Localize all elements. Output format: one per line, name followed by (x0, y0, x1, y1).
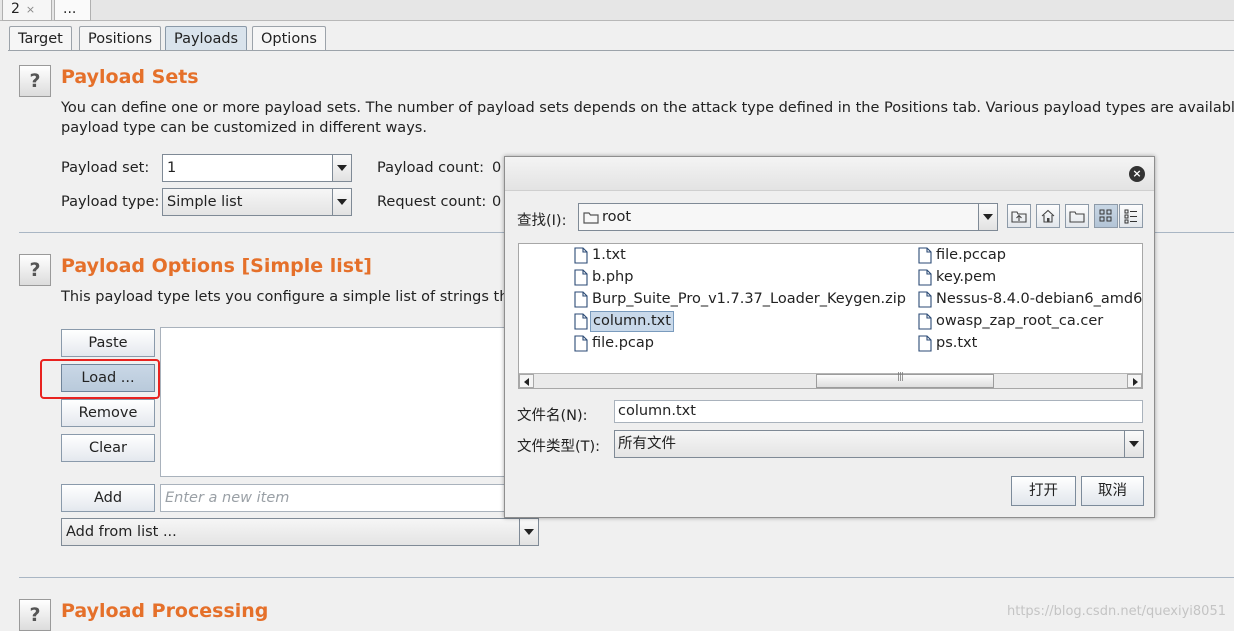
attack-tab-2[interactable]: 2 × (2, 0, 52, 21)
payload-type-value: Simple list (167, 194, 243, 210)
file-open-dialog: × 查找(I): root 1.txt b.php Burp_Suite_Pro… (504, 156, 1155, 518)
attack-tab-label: 2 (11, 1, 20, 17)
look-in-value: root (602, 209, 632, 225)
payload-set-label: Payload set: (61, 160, 150, 176)
payload-type-select[interactable]: Simple list (162, 188, 352, 216)
file-icon (918, 269, 932, 286)
look-in-label: 查找(I): (517, 213, 567, 229)
filetype-value: 所有文件 (618, 436, 676, 452)
payload-options-help-button[interactable]: ? (19, 254, 51, 286)
file-icon (918, 247, 932, 264)
add-from-list-value: Add from list ... (66, 524, 177, 540)
file-icon (918, 291, 932, 308)
up-one-level-icon[interactable] (1007, 204, 1031, 228)
payload-options-description: This payload type lets you configure a s… (61, 289, 518, 305)
new-item-placeholder: Enter a new item (165, 490, 290, 506)
payload-sets-description-2: payload type can be customized in differ… (61, 120, 427, 136)
payload-processing-title: Payload Processing (61, 600, 269, 622)
filename-label: 文件名(N): (517, 408, 588, 424)
new-folder-icon[interactable] (1065, 204, 1089, 228)
filetype-select[interactable]: 所有文件 (614, 430, 1144, 458)
tab-divider (8, 50, 1234, 51)
cancel-button[interactable]: 取消 (1081, 476, 1144, 506)
remove-button[interactable]: Remove (61, 399, 155, 427)
open-button[interactable]: 打开 (1011, 476, 1076, 506)
scroll-right-icon[interactable] (1127, 374, 1142, 388)
file-icon (574, 247, 588, 264)
payload-type-label: Payload type: (61, 194, 160, 210)
chevron-down-icon[interactable] (519, 519, 538, 545)
payload-sets-title: Payload Sets (61, 66, 199, 88)
look-in-select[interactable]: root (578, 203, 998, 231)
payload-set-select[interactable]: 1 (162, 154, 352, 182)
payload-set-value: 1 (167, 160, 177, 176)
scrollbar-thumb[interactable] (816, 372, 994, 388)
close-icon[interactable]: × (1129, 166, 1145, 182)
watermark: https://blog.csdn.net/quexiyi8051 (1006, 604, 1226, 619)
filetype-label: 文件类型(T): (517, 439, 601, 455)
file-icon (574, 269, 588, 286)
payload-sets-help-button[interactable]: ? (19, 65, 51, 97)
details-view-icon[interactable] (1119, 204, 1143, 228)
load-button-highlight (40, 359, 160, 399)
file-icon (574, 335, 588, 352)
section-divider (19, 577, 1234, 578)
tab-options[interactable]: Options (252, 26, 326, 51)
chevron-down-icon[interactable] (1124, 431, 1143, 457)
chevron-down-icon[interactable] (978, 204, 997, 230)
file-icon (918, 313, 932, 330)
tab-positions[interactable]: Positions (79, 26, 162, 51)
home-icon[interactable] (1036, 204, 1060, 228)
clear-button[interactable]: Clear (61, 434, 155, 462)
file-icon (574, 313, 588, 330)
payload-count-label: Payload count: (377, 160, 484, 176)
dialog-title-bar: × (505, 157, 1154, 191)
tab-target[interactable]: Target (9, 26, 72, 51)
payload-options-title: Payload Options [Simple list] (61, 255, 372, 277)
chevron-down-icon[interactable] (332, 155, 351, 181)
folder-icon (583, 212, 599, 224)
horizontal-scrollbar[interactable] (519, 372, 1142, 388)
close-tab-icon[interactable]: × (26, 3, 35, 16)
scroll-left-icon[interactable] (519, 374, 534, 388)
file-icon (574, 291, 588, 308)
chevron-down-icon[interactable] (332, 189, 351, 215)
payload-list[interactable] (160, 327, 506, 477)
filename-input[interactable]: column.txt (614, 400, 1143, 423)
file-list[interactable]: 1.txt b.php Burp_Suite_Pro_v1.7.37_Loade… (518, 243, 1143, 389)
attack-tab-new[interactable]: ... (54, 0, 91, 21)
request-count-label: Request count: (377, 194, 487, 210)
payload-processing-help-button[interactable]: ? (19, 599, 51, 631)
new-item-input[interactable]: Enter a new item (160, 484, 506, 512)
list-item[interactable]: Nessus-8.4.0-debian6_amd6 (918, 289, 1142, 310)
add-button[interactable]: Add (61, 484, 155, 512)
filename-value: column.txt (618, 403, 696, 419)
file-icon (918, 335, 932, 352)
add-from-list-select[interactable]: Add from list ... (61, 518, 539, 546)
list-view-icon[interactable] (1094, 204, 1118, 228)
payload-count-value: 0 (492, 160, 502, 176)
paste-button[interactable]: Paste (61, 329, 155, 357)
tab-payloads[interactable]: Payloads (165, 26, 248, 51)
attack-tab-strip: 2 × ... (0, 0, 1234, 21)
request-count-value: 0 (492, 194, 502, 210)
payload-sets-description-1: You can define one or more payload sets.… (61, 100, 1234, 116)
